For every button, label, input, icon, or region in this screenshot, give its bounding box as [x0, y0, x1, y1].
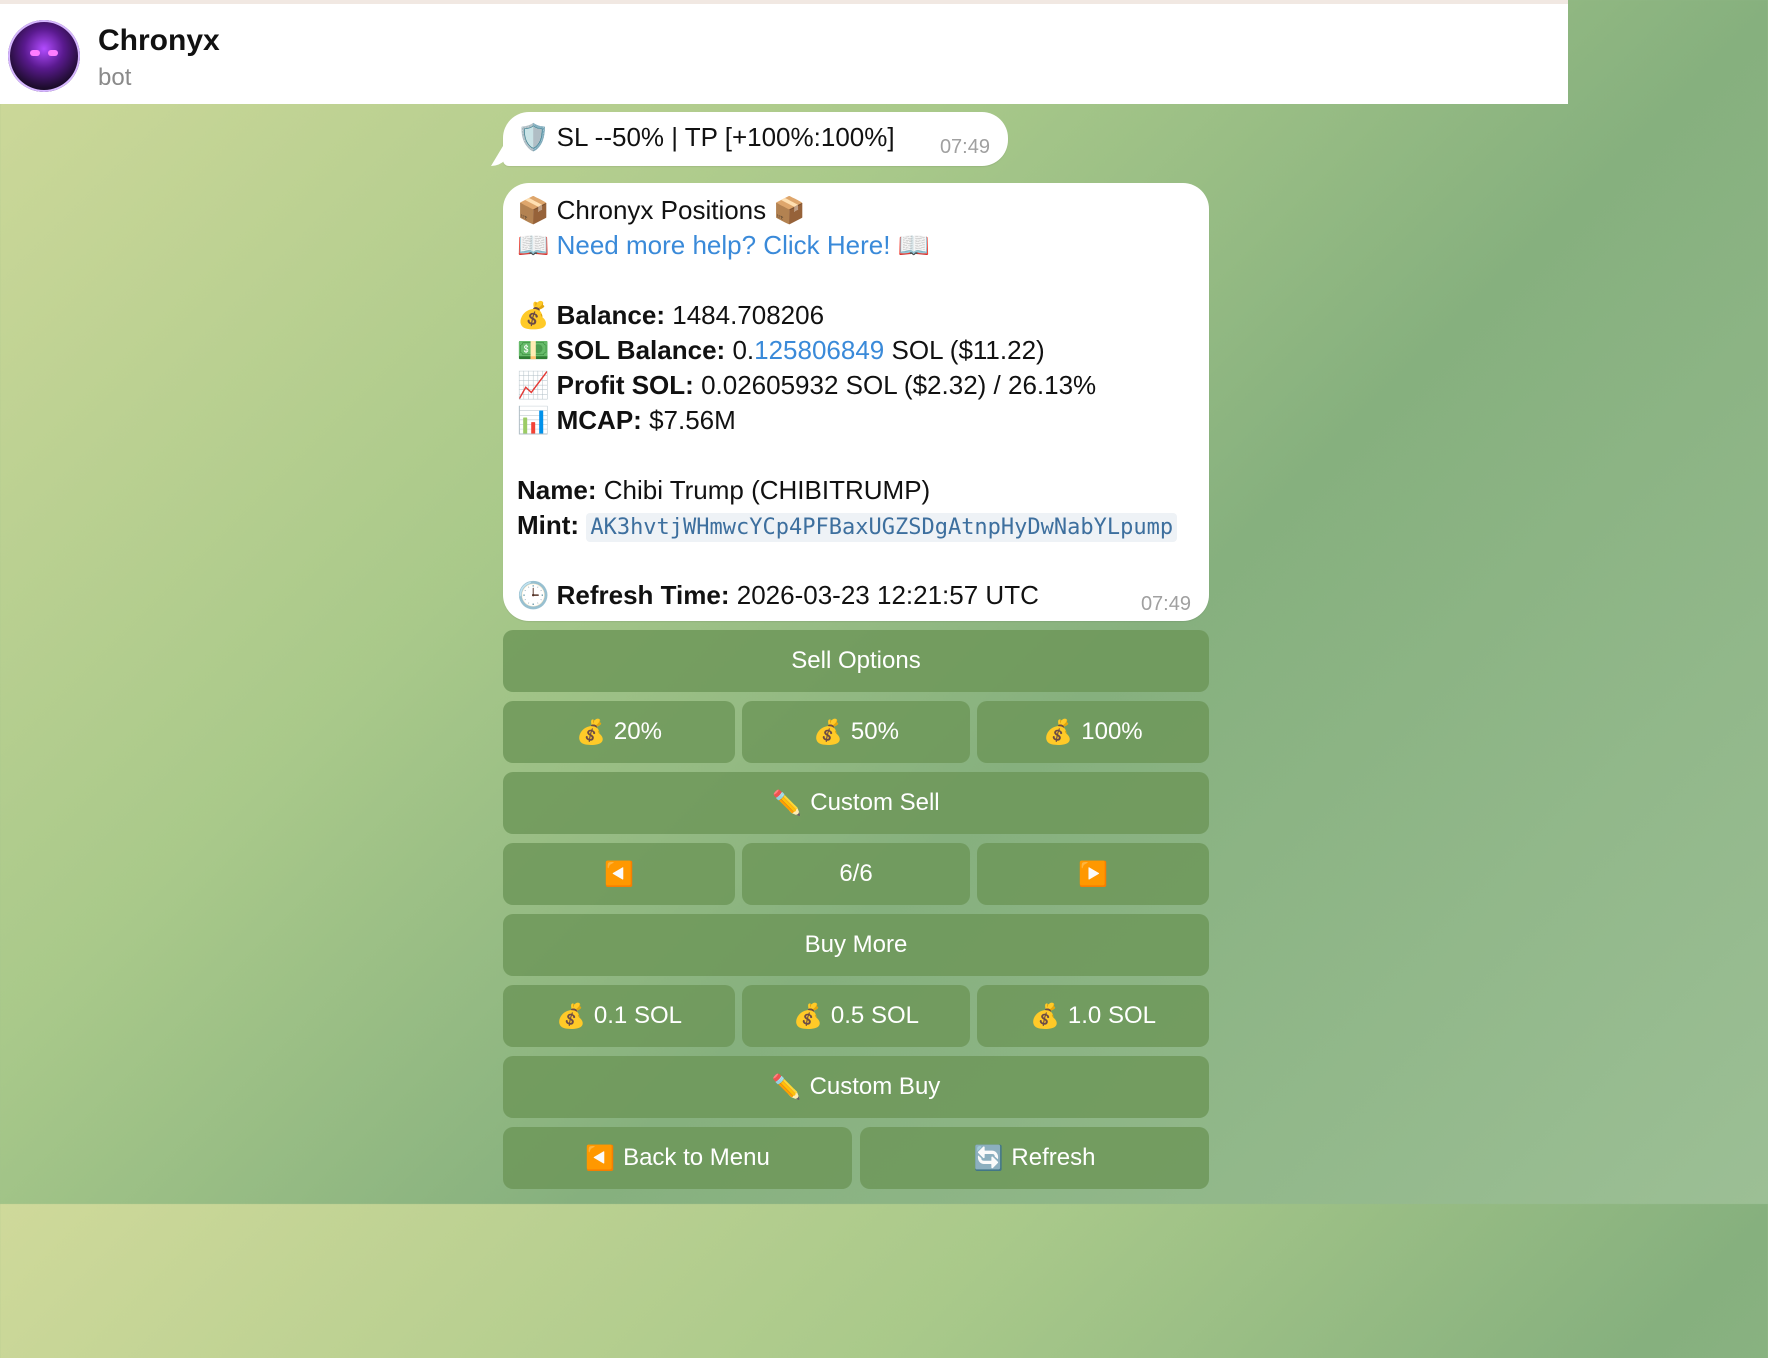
sell-options-button[interactable]: Sell Options — [503, 630, 1209, 692]
sell-50-button[interactable]: 💰 50% — [742, 701, 970, 763]
sell-100-label: 100% — [1081, 718, 1143, 745]
custom-buy-label: Custom Buy — [809, 1073, 941, 1100]
book-icon: 📖 — [897, 230, 931, 260]
profit-line: 📈 Profit SOL: 0.02605932 SOL ($2.32) / 2… — [517, 370, 1096, 401]
clock-icon: 🕒 — [517, 580, 550, 610]
money-bag-icon: 💰 — [556, 1002, 586, 1030]
prev-arrow-icon: ◀️ — [604, 860, 634, 888]
mcap-line: 📊 MCAP: $7.56M — [517, 405, 736, 436]
buy-0.1-sol-button[interactable]: 💰 0.1 SOL — [503, 985, 735, 1047]
name-value: Chibi Trump (CHIBITRUMP) — [603, 475, 931, 505]
next-page-button[interactable]: ▶️ — [977, 843, 1209, 905]
sol-balance-prefix: 0. — [732, 335, 755, 365]
sell-options-label: Sell Options — [791, 647, 921, 674]
mint-label: Mint: — [517, 510, 580, 540]
sol-balance-label: SOL Balance: — [556, 335, 726, 365]
prev-page-button[interactable]: ◀️ — [503, 843, 735, 905]
chat-title[interactable]: Chronyx — [98, 24, 220, 58]
money-bag-icon: 💰 — [1043, 718, 1074, 746]
bubble-tail — [491, 146, 511, 166]
pencil-icon: ✏️ — [772, 789, 803, 817]
buy-0.5-label: 0.5 SOL — [830, 1002, 919, 1029]
custom-buy-button[interactable]: ✏️ Custom Buy — [503, 1056, 1209, 1118]
refresh-icon: 🔄 — [973, 1144, 1004, 1172]
refresh-time-label: Refresh Time: — [556, 580, 730, 610]
sl-tp-label: SL --50% | TP [+100%:100%] — [556, 122, 895, 152]
name-line: Name: Chibi Trump (CHIBITRUMP) — [517, 475, 930, 506]
dollar-bill-icon: 💵 — [517, 335, 550, 365]
help-line: 📖 Need more help? Click Here! 📖 — [517, 230, 930, 261]
money-bag-icon: 💰 — [517, 300, 550, 330]
custom-sell-label: Custom Sell — [810, 789, 940, 816]
positions-title-text: Chronyx Positions — [556, 195, 767, 225]
back-to-menu-button[interactable]: ◀️ Back to Menu — [503, 1127, 852, 1189]
book-icon: 📖 — [517, 230, 550, 260]
pencil-icon: ✏️ — [771, 1073, 802, 1101]
avatar-eye — [48, 50, 58, 56]
profit-label: Profit SOL: — [556, 370, 694, 400]
chart-up-icon: 📈 — [517, 370, 550, 400]
buy-0.1-label: 0.1 SOL — [593, 1002, 682, 1029]
shield-icon: 🛡️ — [517, 122, 550, 152]
message-time: 07:49 — [939, 136, 990, 158]
bar-chart-icon: 📊 — [517, 405, 550, 435]
balance-line: 💰 Balance: 1484.708206 — [517, 300, 824, 331]
sl-tp-text: 🛡️ SL --50% | TP [+100%:100%] — [517, 122, 895, 153]
back-arrow-icon: ◀️ — [585, 1144, 616, 1172]
refresh-time-value: 2026-03-23 12:21:57 UTC — [736, 580, 1039, 610]
positions-title: 📦 Chronyx Positions 📦 — [517, 195, 806, 226]
mint-address[interactable]: AK3hvtjWHmwcYCp4PFBaxUGZSDgAtnpHyDwNabYL… — [586, 513, 1178, 542]
sl-tp-message: 🛡️ SL --50% | TP [+100%:100%] 07:49 — [491, 112, 1008, 166]
name-label: Name: — [517, 475, 597, 505]
custom-sell-button[interactable]: ✏️ Custom Sell — [503, 772, 1209, 834]
avatar-eye — [30, 50, 40, 56]
chat-subtitle: bot — [98, 64, 132, 91]
page-indicator-label: 6/6 — [839, 860, 873, 887]
package-icon: 📦 — [517, 195, 550, 225]
sell-100-button[interactable]: 💰 100% — [977, 701, 1209, 763]
mint-line: Mint: AK3hvtjWHmwcYCp4PFBaxUGZSDgAtnpHyD… — [517, 510, 1178, 542]
refresh-label: Refresh — [1011, 1144, 1096, 1171]
sell-50-label: 50% — [850, 718, 899, 745]
money-bag-icon: 💰 — [576, 718, 606, 746]
help-link[interactable]: Need more help? Click Here! — [557, 230, 891, 260]
refresh-time-line: 🕒 Refresh Time: 2026-03-23 12:21:57 UTC — [517, 580, 1039, 611]
package-icon: 📦 — [773, 195, 806, 225]
sell-20-button[interactable]: 💰 20% — [503, 701, 735, 763]
buy-1.0-sol-button[interactable]: 💰 1.0 SOL — [977, 985, 1209, 1047]
sell-20-label: 20% — [613, 718, 662, 745]
page-indicator-button[interactable]: 6/6 — [742, 843, 970, 905]
money-bag-icon: 💰 — [793, 1002, 823, 1030]
money-bag-icon: 💰 — [813, 718, 843, 746]
positions-message: 📦 Chronyx Positions 📦 📖 Need more help? … — [503, 183, 1209, 621]
sol-balance-link[interactable]: 125806849 — [754, 335, 884, 365]
mcap-label: MCAP: — [556, 405, 642, 435]
buy-1.0-label: 1.0 SOL — [1067, 1002, 1156, 1029]
sol-balance-line: 💵 SOL Balance: 0.125806849 SOL ($11.22) — [517, 335, 1045, 366]
mcap-value: $7.56M — [649, 405, 736, 435]
profit-value: 0.02605932 SOL ($2.32) / 26.13% — [701, 370, 1097, 400]
bot-avatar[interactable] — [8, 20, 80, 92]
buy-more-button[interactable]: Buy More — [503, 914, 1209, 976]
next-arrow-icon: ▶️ — [1078, 860, 1108, 888]
chat-header: Chronyx bot — [0, 0, 1568, 104]
buy-more-label: Buy More — [804, 931, 908, 958]
refresh-button[interactable]: 🔄 Refresh — [860, 1127, 1209, 1189]
money-bag-icon: 💰 — [1030, 1002, 1060, 1030]
message-time: 07:49 — [1140, 593, 1191, 615]
back-to-menu-label: Back to Menu — [623, 1144, 770, 1171]
sol-balance-suffix: SOL ($11.22) — [891, 335, 1045, 365]
buy-0.5-sol-button[interactable]: 💰 0.5 SOL — [742, 985, 970, 1047]
balance-value: 1484.708206 — [672, 300, 825, 330]
balance-label: Balance: — [556, 300, 665, 330]
